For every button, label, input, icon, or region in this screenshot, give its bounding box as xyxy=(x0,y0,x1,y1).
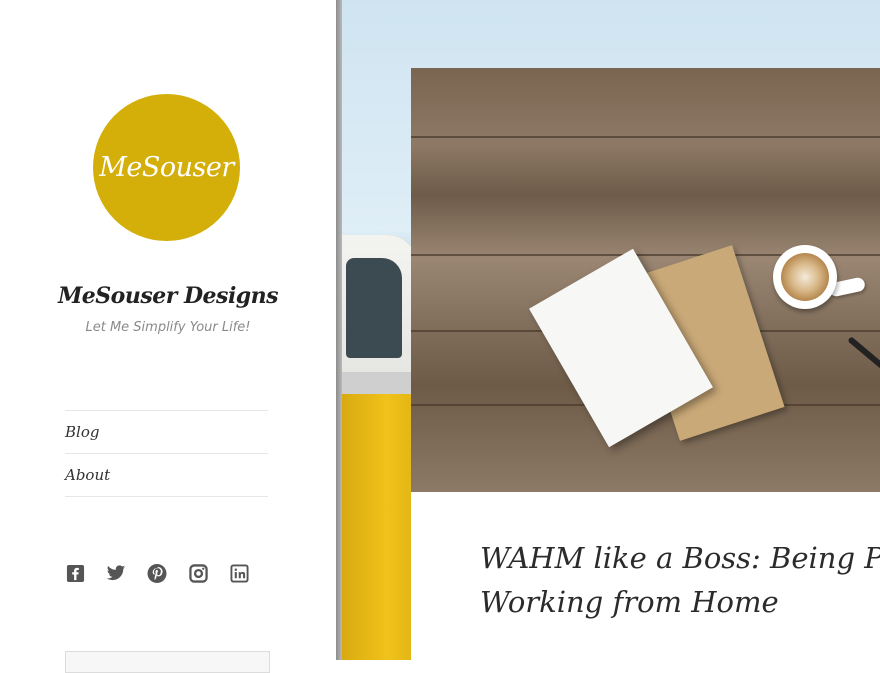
nav-item-about[interactable]: About xyxy=(65,454,268,497)
facebook-icon[interactable] xyxy=(65,563,85,583)
social-links xyxy=(65,563,249,583)
main-nav: Blog About xyxy=(65,410,268,497)
wood-seam xyxy=(411,136,880,138)
nav-item-label: About xyxy=(65,466,111,484)
site-title[interactable]: MeSouser Designs xyxy=(0,283,336,309)
nav-item-blog[interactable]: Blog xyxy=(65,411,268,454)
search-widget[interactable] xyxy=(65,651,270,673)
pinterest-icon[interactable] xyxy=(147,563,167,583)
sidebar: MeSouser MeSouser Designs Let Me Simplif… xyxy=(0,0,336,673)
linkedin-icon[interactable] xyxy=(229,563,249,583)
post-title[interactable]: WAHM like a Boss: Being P Working from H… xyxy=(480,536,880,624)
instagram-icon[interactable] xyxy=(188,563,208,583)
van-window xyxy=(346,258,402,358)
post-featured-image[interactable] xyxy=(411,68,880,492)
van-trim xyxy=(342,372,417,394)
pen xyxy=(847,336,880,386)
site-logo[interactable]: MeSouser xyxy=(93,94,240,241)
twitter-icon[interactable] xyxy=(106,563,126,583)
logo-text: MeSouser xyxy=(99,152,234,183)
nav-item-label: Blog xyxy=(65,423,100,441)
latte-art xyxy=(781,253,829,301)
coffee-cup xyxy=(773,245,837,309)
post-card: WAHM like a Boss: Being P Working from H… xyxy=(411,68,880,668)
site-tagline: Let Me Simplify Your Life! xyxy=(85,320,251,335)
